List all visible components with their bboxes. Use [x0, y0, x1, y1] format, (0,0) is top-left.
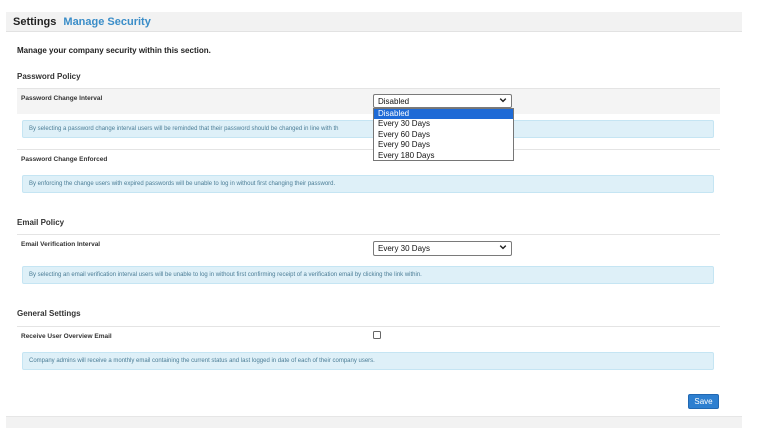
dropdown-option-disabled[interactable]: Disabled	[374, 109, 513, 120]
password-change-interval-select[interactable]: Disabled	[373, 94, 512, 108]
email-verification-interval-row: Email Verification Interval	[17, 234, 720, 260]
general-settings-title: General Settings	[17, 309, 81, 318]
password-policy-title: Password Policy	[17, 72, 81, 81]
email-policy-title: Email Policy	[17, 218, 65, 227]
dropdown-option-180-days[interactable]: Every 180 Days	[374, 151, 513, 161]
password-change-interval-value: Disabled	[378, 97, 410, 106]
email-verification-interval-label: Email Verification Interval	[21, 241, 101, 248]
breadcrumb-settings[interactable]: Settings	[13, 16, 56, 28]
dropdown-option-30-days[interactable]: Every 30 Days	[374, 119, 513, 129]
dropdown-option-90-days[interactable]: Every 90 Days	[374, 140, 513, 150]
email-verification-interval-value: Every 30 Days	[378, 244, 431, 253]
receive-user-overview-email-label: Receive User Overview Email	[21, 333, 112, 340]
breadcrumb: Settings Manage Security	[6, 12, 742, 32]
password-change-enforced-label: Password Change Enforced	[21, 156, 108, 163]
receive-user-overview-email-checkbox[interactable]	[373, 331, 381, 339]
password-change-enforced-help: By enforcing the change users with expir…	[22, 175, 714, 193]
password-change-interval-help: By selecting a password change interval …	[22, 120, 714, 138]
email-verification-interval-select[interactable]: Every 30 Days	[373, 241, 512, 256]
dropdown-option-60-days[interactable]: Every 60 Days	[374, 130, 513, 140]
page-title: Manage Security	[63, 16, 151, 28]
footer-bar	[6, 416, 742, 428]
password-change-enforced-row: Password Change Enforced	[17, 149, 720, 169]
email-verification-interval-help: By selecting an email verification inter…	[22, 266, 714, 284]
password-change-interval-dropdown: Disabled Every 30 Days Every 60 Days Eve…	[373, 108, 514, 161]
chevron-down-icon	[499, 243, 507, 253]
receive-user-overview-email-row: Receive User Overview Email	[17, 326, 720, 346]
save-button[interactable]: Save	[688, 394, 719, 409]
intro-text: Manage your company security within this…	[17, 46, 211, 55]
password-change-interval-label: Password Change Interval	[21, 95, 103, 102]
receive-user-overview-email-help: Company admins will receive a monthly em…	[22, 352, 714, 370]
password-change-interval-row: Password Change Interval	[17, 88, 720, 114]
chevron-down-icon	[499, 96, 507, 106]
